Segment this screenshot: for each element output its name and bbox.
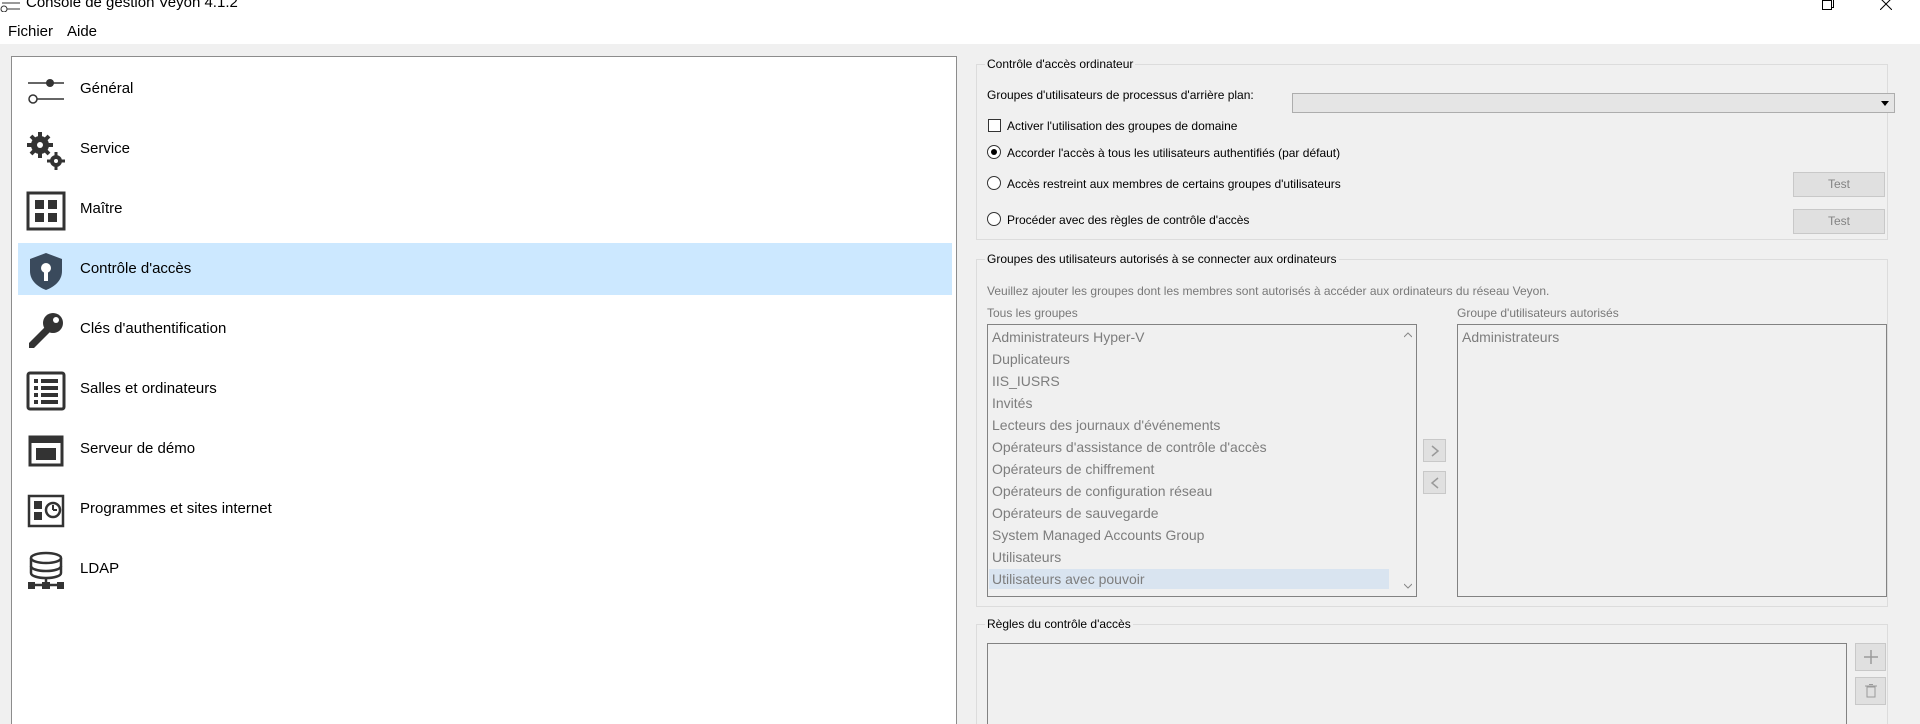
sidebar-item-maitre[interactable]: Maître — [18, 183, 952, 235]
test-rules-button[interactable]: Test — [1793, 209, 1885, 234]
list-item[interactable]: Duplicateurs — [992, 349, 1070, 369]
chevron-right-icon — [1431, 445, 1440, 457]
sidebar-item-programmes[interactable]: Programmes et sites internet — [18, 483, 952, 535]
authorized-groups-hint: Veuillez ajouter les groupes dont les me… — [987, 284, 1550, 298]
window-icon — [28, 435, 64, 467]
app-icon — [0, 2, 20, 12]
chevron-up-icon[interactable] — [1404, 331, 1412, 339]
menu-aide[interactable]: Aide — [67, 23, 97, 40]
minimize-button[interactable] — [1746, 0, 1792, 14]
sidebar-item-label: Programmes et sites internet — [80, 500, 272, 517]
delete-rule-button[interactable] — [1855, 677, 1886, 705]
chevron-down-icon[interactable] — [1404, 582, 1412, 590]
title-bar: Console de gestion Veyon 4.1.2 — [0, 0, 1920, 14]
background-groups-label: Groupes d'utilisateurs de processus d'ar… — [987, 88, 1254, 102]
group-title: Groupes des utilisateurs autorisés à se … — [985, 252, 1339, 266]
add-rule-button[interactable] — [1855, 643, 1886, 671]
sidebar-item-label: Salles et ordinateurs — [80, 380, 217, 397]
list-item[interactable]: Opérateurs d'assistance de contrôle d'ac… — [992, 437, 1267, 457]
list-item[interactable]: Opérateurs de sauvegarde — [992, 503, 1159, 523]
list-item-selected[interactable]: Utilisateurs avec pouvoir — [989, 569, 1389, 589]
group-title: Contrôle d'accès ordinateur — [985, 57, 1136, 71]
all-groups-header: Tous les groupes — [987, 306, 1078, 320]
close-icon — [1880, 0, 1892, 10]
sidebar-item-label: Contrôle d'accès — [80, 260, 192, 277]
sidebar-item-ldap[interactable]: LDAP — [18, 543, 952, 595]
all-groups-list[interactable]: Administrateurs Hyper-V Duplicateurs IIS… — [987, 324, 1417, 597]
authorized-groups-header: Groupe d'utilisateurs autorisés — [1457, 306, 1619, 320]
radio-all-users-label: Accorder l'accès à tous les utilisateurs… — [1007, 146, 1341, 160]
window-title: Console de gestion Veyon 4.1.2 — [26, 0, 238, 11]
gears-icon — [27, 132, 65, 170]
test-groups-button[interactable]: Test — [1793, 172, 1885, 197]
radio-access-rules-label: Procéder avec des règles de contrôle d'a… — [1007, 213, 1250, 227]
sidebar-item-label: LDAP — [80, 560, 120, 577]
authorized-groups-list[interactable]: Administrateurs — [1457, 324, 1887, 597]
key-icon — [29, 313, 63, 348]
access-rules-list[interactable] — [987, 643, 1847, 724]
sidebar-item-serveur-demo[interactable]: Serveur de démo — [18, 423, 952, 475]
sliders-icon — [28, 79, 64, 104]
sidebar: Général Service Maître Contrôle d'accès … — [11, 56, 957, 724]
scrollbar[interactable] — [1399, 325, 1416, 596]
radio-restricted-groups-label: Accès restreint aux membres de certains … — [1007, 177, 1341, 191]
list-item[interactable]: Utilisateurs — [992, 547, 1061, 567]
add-group-button[interactable] — [1423, 439, 1446, 462]
radio-all-users[interactable] — [987, 145, 1001, 159]
list-item[interactable]: Opérateurs de chiffrement — [992, 459, 1154, 479]
sidebar-item-label: Serveur de démo — [80, 440, 196, 457]
list-item[interactable]: Opérateurs de configuration réseau — [992, 481, 1212, 501]
access-control-panel: Contrôle d'accès ordinateur Groupes d'ut… — [966, 56, 1898, 724]
grid-icon — [26, 191, 66, 231]
sidebar-item-cles[interactable]: Clés d'authentification — [18, 303, 952, 355]
sidebar-item-general[interactable]: Général — [18, 63, 952, 115]
sidebar-item-service[interactable]: Service — [18, 123, 952, 175]
authorized-groups-group: Groupes des utilisateurs autorisés à se … — [976, 252, 1888, 607]
trash-icon — [1865, 684, 1877, 698]
shield-lock-icon — [30, 253, 62, 290]
sidebar-item-controle-acces[interactable]: Contrôle d'accès — [18, 243, 952, 295]
close-button[interactable] — [1864, 0, 1910, 14]
domain-groups-label: Activer l'utilisation des groupes de dom… — [1007, 119, 1238, 133]
dropdown-arrow-icon — [1881, 101, 1889, 106]
sidebar-item-label: Service — [80, 140, 131, 157]
menu-bar: Fichier Aide — [0, 14, 1920, 44]
maximize-button[interactable] — [1806, 0, 1852, 14]
program-icon — [27, 494, 65, 528]
list-item[interactable]: Invités — [992, 393, 1032, 413]
sidebar-item-label: Clés d'authentification — [80, 320, 227, 337]
sidebar-item-salles[interactable]: Salles et ordinateurs — [18, 363, 952, 415]
background-groups-combobox[interactable] — [1292, 93, 1895, 113]
access-rules-group: Règles du contrôle d'accès — [976, 617, 1888, 724]
sidebar-item-label: Général — [80, 80, 134, 97]
radio-access-rules[interactable] — [987, 212, 1001, 226]
restore-icon — [1822, 0, 1834, 10]
radio-restricted-groups[interactable] — [987, 176, 1001, 190]
chevron-left-icon — [1430, 477, 1439, 489]
menu-fichier[interactable]: Fichier — [8, 23, 53, 40]
sidebar-item-label: Maître — [80, 200, 123, 217]
list-icon — [26, 371, 66, 411]
list-item[interactable]: Administrateurs Hyper-V — [992, 327, 1145, 347]
computer-access-group: Contrôle d'accès ordinateur Groupes d'ut… — [976, 57, 1895, 240]
list-item[interactable]: Lecteurs des journaux d'événements — [992, 415, 1220, 435]
remove-group-button[interactable] — [1423, 471, 1446, 494]
list-item[interactable]: System Managed Accounts Group — [992, 525, 1204, 545]
domain-groups-checkbox[interactable] — [988, 119, 1001, 132]
list-item[interactable]: IIS_IUSRS — [992, 371, 1060, 391]
plus-icon — [1864, 650, 1878, 664]
group-title: Règles du contrôle d'accès — [985, 617, 1133, 631]
database-icon — [28, 551, 64, 589]
list-item[interactable]: Administrateurs — [1462, 327, 1559, 347]
